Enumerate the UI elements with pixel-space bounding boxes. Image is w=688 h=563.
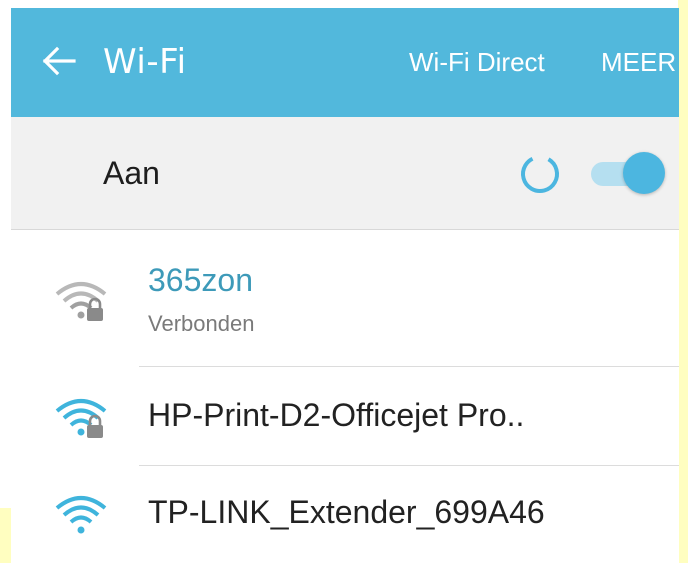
network-item-hp-print[interactable]: HP-Print-D2-Officejet Pro.. [11,367,679,465]
network-list: 365zon Verbonden HP-Print-D2-Officejet P… [11,230,679,563]
toggle-thumb [623,152,665,194]
network-ssid: 365zon [148,262,253,298]
scanning-spinner-icon [521,155,559,193]
wifi-switch-label: Aan [103,155,160,191]
screenshot-frame-right [678,0,688,563]
wifi-lock-icon [55,399,107,438]
wifi-lock-icon [55,282,107,321]
app-bar: Wi-Fi Wi-Fi Direct MEER [11,8,679,117]
network-item-365zon[interactable]: 365zon Verbonden [11,230,679,366]
page-title: Wi-Fi [103,42,187,82]
arrow-left-icon[interactable] [41,46,77,76]
network-item-tp-link[interactable]: TP-LINK_Extender_699A46 [11,466,679,563]
more-button[interactable]: MEER [601,44,676,80]
network-ssid: HP-Print-D2-Officejet Pro.. [148,397,525,433]
wifi-direct-button[interactable]: Wi-Fi Direct [409,44,545,80]
wifi-toggle-switch[interactable] [591,151,665,194]
network-status: Verbonden [148,311,255,336]
network-ssid: TP-LINK_Extender_699A46 [148,494,545,530]
wifi-master-switch-row[interactable]: Aan [11,117,679,230]
wifi-icon [55,496,107,534]
screenshot-frame-top [0,0,688,8]
